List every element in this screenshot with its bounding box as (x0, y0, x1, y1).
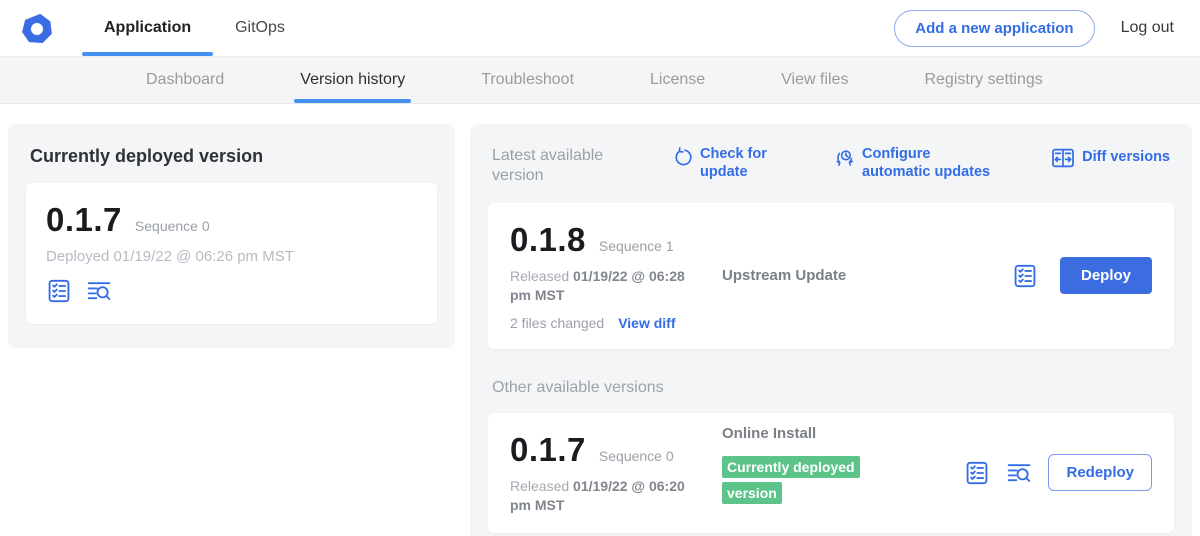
top-navbar: Application GitOps Add a new application… (0, 0, 1200, 57)
main-content: Currently deployed version 0.1.7 Sequenc… (0, 104, 1200, 536)
check-for-update-label: Check for update (700, 146, 768, 181)
available-versions-header: Latest available version Check for updat… (488, 144, 1174, 187)
diff-versions-button[interactable]: Diff versions (1051, 146, 1170, 170)
currently-deployed-panel: Currently deployed version 0.1.7 Sequenc… (8, 124, 455, 348)
topnav-right-group: Add a new application Log out (894, 0, 1200, 56)
topnav-tabs: Application GitOps (82, 0, 307, 56)
deploy-button[interactable]: Deploy (1060, 257, 1152, 294)
tab-troubleshoot-label: Troubleshoot (481, 71, 574, 89)
deployed-version-number: 0.1.7 (46, 201, 122, 239)
app-logo-icon[interactable] (20, 12, 54, 46)
tab-troubleshoot[interactable]: Troubleshoot (475, 57, 580, 103)
other-source-label: Online Install (722, 425, 816, 442)
latest-version-card: 0.1.8 Sequence 1 Released 01/19/22 @ 06:… (488, 203, 1174, 349)
latest-version-number: 0.1.8 (510, 221, 586, 259)
tab-version-history-label: Version history (300, 71, 405, 89)
other-released-timestamp: Released 01/19/22 @ 06:20 pm MST (510, 477, 705, 515)
preflight-checklist-icon[interactable] (964, 460, 990, 486)
currently-deployed-title: Currently deployed version (30, 146, 433, 167)
latest-available-title: Latest available version (492, 146, 630, 187)
tab-license[interactable]: License (644, 57, 711, 103)
logout-button[interactable]: Log out (1121, 19, 1174, 37)
tab-view-files[interactable]: View files (775, 57, 854, 103)
configure-automatic-updates-label: Configure automatic updates (862, 146, 1002, 181)
topnav-tab-application-label: Application (104, 19, 191, 37)
preflight-checklist-icon[interactable] (1012, 263, 1038, 289)
deploy-logs-icon[interactable] (86, 278, 112, 304)
latest-source-label: Upstream Update (722, 267, 846, 284)
tab-view-files-label: View files (781, 71, 848, 89)
add-new-application-button[interactable]: Add a new application (894, 10, 1094, 47)
check-for-update-button[interactable]: Check for update (672, 146, 768, 181)
currently-deployed-badge: Currently deployed version (722, 456, 860, 504)
diff-versions-label: Diff versions (1082, 149, 1170, 167)
preflight-checklist-icon[interactable] (46, 278, 72, 304)
topnav-tab-application[interactable]: Application (82, 0, 213, 56)
other-available-versions-title: Other available versions (492, 379, 1170, 397)
other-version-number: 0.1.7 (510, 431, 586, 469)
currently-deployed-card: 0.1.7 Sequence 0 Deployed 01/19/22 @ 06:… (26, 183, 437, 324)
refresh-icon (672, 147, 693, 168)
deployed-sequence-label: Sequence 0 (135, 218, 210, 234)
released-label: Released (510, 478, 569, 494)
available-versions-panel: Latest available version Check for updat… (470, 124, 1192, 536)
tab-dashboard[interactable]: Dashboard (140, 57, 230, 103)
other-sequence-label: Sequence 0 (599, 448, 674, 464)
tab-registry-settings-label: Registry settings (924, 71, 1042, 89)
topnav-tab-gitops[interactable]: GitOps (213, 0, 307, 56)
tab-version-history[interactable]: Version history (294, 57, 411, 103)
view-diff-link[interactable]: View diff (618, 315, 675, 331)
configure-automatic-updates-button[interactable]: Configure automatic updates (834, 146, 1002, 181)
other-version-card: 0.1.7 Sequence 0 Released 01/19/22 @ 06:… (488, 413, 1174, 533)
topnav-tab-gitops-label: GitOps (235, 19, 285, 37)
latest-sequence-label: Sequence 1 (599, 238, 674, 254)
tab-registry-settings[interactable]: Registry settings (918, 57, 1048, 103)
schedule-refresh-icon (834, 147, 855, 168)
latest-released-timestamp: Released 01/19/22 @ 06:28 pm MST (510, 267, 705, 305)
deploy-logs-icon[interactable] (1006, 460, 1032, 486)
diff-table-icon (1051, 146, 1075, 170)
tab-dashboard-label: Dashboard (146, 71, 224, 89)
redeploy-button[interactable]: Redeploy (1048, 454, 1152, 491)
tab-license-label: License (650, 71, 705, 89)
files-changed-label: 2 files changed (510, 315, 604, 331)
deployed-timestamp: Deployed 01/19/22 @ 06:26 pm MST (46, 248, 417, 265)
app-sub-navbar: Dashboard Version history Troubleshoot L… (0, 57, 1200, 104)
released-label: Released (510, 268, 569, 284)
